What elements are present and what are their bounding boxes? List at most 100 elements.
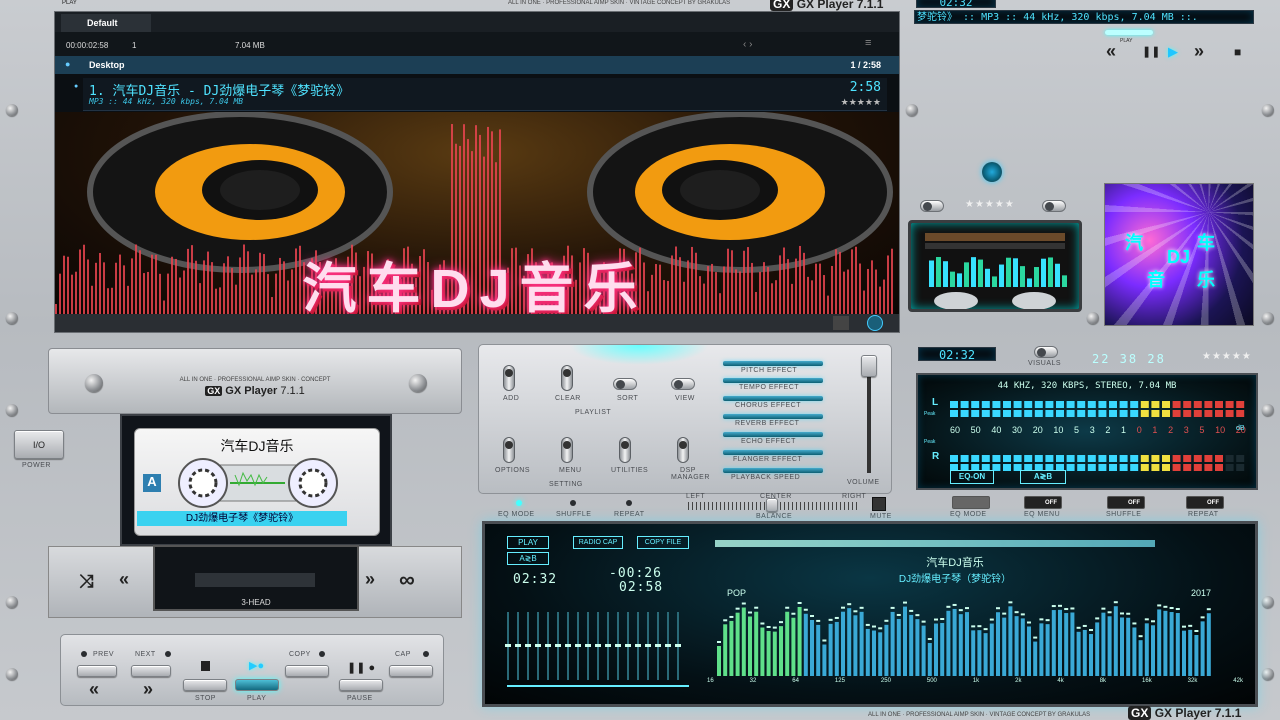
eq-bar bbox=[1064, 613, 1069, 676]
switch-view[interactable] bbox=[671, 378, 695, 390]
key-stop-button[interactable] bbox=[183, 679, 227, 691]
group-collapse-icon[interactable]: ● bbox=[65, 59, 70, 69]
screw-2 bbox=[6, 312, 18, 324]
vu-meter-panel: 44 KHZ, 320 KBPS, STEREO, 7.04 MB L Peak… bbox=[916, 373, 1258, 490]
transport-next-button[interactable]: » bbox=[1194, 41, 1204, 62]
footer-square-button[interactable] bbox=[833, 316, 849, 330]
eq-bar bbox=[1113, 606, 1118, 676]
slider-pitch[interactable] bbox=[723, 361, 823, 366]
switch-eq-menu[interactable]: OFF bbox=[1024, 496, 1062, 509]
switch-utilities[interactable] bbox=[619, 437, 631, 463]
vu-segment bbox=[1130, 410, 1139, 417]
switch-clear[interactable] bbox=[561, 365, 573, 391]
slider-reverb[interactable] bbox=[723, 414, 823, 419]
eq-slider-thumb bbox=[535, 644, 541, 647]
eq-bar bbox=[971, 630, 976, 676]
key-prev-button[interactable] bbox=[77, 665, 117, 677]
key-cap-button[interactable] bbox=[389, 665, 433, 677]
knob-icon[interactable] bbox=[982, 162, 1002, 182]
mini-vu-bar bbox=[936, 257, 941, 287]
eq-peak bbox=[872, 625, 876, 628]
eq-bar bbox=[822, 644, 827, 676]
key-prev-label: PREV bbox=[93, 651, 115, 658]
visuals-toggle[interactable] bbox=[1034, 346, 1058, 358]
copy-led bbox=[319, 651, 325, 657]
transport-prev-button[interactable]: « bbox=[1106, 41, 1116, 62]
transport-pause-button[interactable]: ❚❚ bbox=[1142, 45, 1160, 58]
prev-track-icon[interactable]: « bbox=[89, 679, 99, 700]
rewind-icon[interactable]: « bbox=[119, 569, 129, 590]
vu-left-bars bbox=[950, 401, 1245, 417]
label-meter-shuffle: SHUFFLE bbox=[1106, 511, 1142, 518]
fast-forward-icon[interactable]: » bbox=[365, 569, 375, 590]
key-play-button[interactable] bbox=[235, 679, 279, 691]
cassette-door[interactable]: 3-HEAD bbox=[153, 545, 359, 611]
next-track-icon[interactable]: » bbox=[143, 679, 153, 700]
eq-peak bbox=[741, 602, 746, 605]
eq-slider-thumb bbox=[585, 644, 591, 647]
vu-segment bbox=[1130, 455, 1139, 462]
loop-icon[interactable]: ∞ bbox=[399, 567, 415, 593]
slider-flanger[interactable] bbox=[723, 450, 823, 455]
slider-chorus[interactable] bbox=[723, 396, 823, 401]
key-copy-button[interactable] bbox=[285, 665, 329, 677]
meter-stars[interactable]: ★★★★★ bbox=[1202, 351, 1252, 362]
label-shuffle[interactable]: SHUFFLE bbox=[556, 511, 591, 518]
eq-bar bbox=[741, 607, 746, 676]
switch-options[interactable] bbox=[503, 437, 515, 463]
vu-segment bbox=[1024, 410, 1033, 417]
switch-dsp[interactable] bbox=[677, 437, 689, 463]
vu-scale-tick: 1 bbox=[1152, 425, 1158, 435]
eq-bar bbox=[1126, 617, 1131, 676]
volume-slider[interactable] bbox=[861, 355, 877, 377]
label-clear: CLEAR bbox=[555, 395, 581, 402]
slider-tempo[interactable] bbox=[723, 378, 823, 383]
key-next-button[interactable] bbox=[131, 665, 171, 677]
eq-peak bbox=[766, 626, 771, 629]
footer-round-icon[interactable] bbox=[867, 315, 883, 331]
switch-add[interactable] bbox=[503, 365, 515, 391]
mini-stars[interactable]: ★★★★★ bbox=[965, 199, 1015, 210]
key-pause-button[interactable] bbox=[339, 679, 383, 691]
vu-eq-on[interactable]: EQ-ON bbox=[950, 470, 994, 484]
switch-repeat[interactable]: OFF bbox=[1186, 496, 1224, 509]
nav-arrows-icon[interactable]: ‹ › bbox=[743, 39, 752, 50]
eq-peak bbox=[1064, 608, 1069, 611]
track-rating[interactable]: ★★★★★ bbox=[841, 97, 881, 108]
slider-speed[interactable] bbox=[723, 468, 823, 473]
tab-default[interactable]: Default bbox=[61, 14, 151, 32]
mini-vu-bar bbox=[943, 261, 948, 287]
eq-bar bbox=[865, 628, 870, 676]
transport-stop-button[interactable]: ■ bbox=[1234, 45, 1241, 59]
power-button[interactable]: I/O bbox=[14, 430, 64, 459]
playlist-track-row[interactable]: ● 1. 汽车DJ音乐 - DJ劲爆电子琴《梦驼铃》 2:58 MP3 :: 4… bbox=[74, 78, 887, 111]
switch-eq-mode[interactable] bbox=[952, 496, 990, 509]
mini-toggle-left[interactable] bbox=[920, 200, 944, 212]
mini-vu-bar bbox=[978, 259, 983, 287]
eq-peak bbox=[1045, 619, 1050, 622]
slider-echo[interactable] bbox=[723, 432, 823, 437]
balance-slider[interactable] bbox=[766, 498, 778, 512]
label-repeat[interactable]: REPEAT bbox=[614, 511, 645, 518]
menu-icon[interactable]: ≡ bbox=[865, 37, 871, 49]
eq-bar bbox=[915, 619, 920, 676]
switch-sort[interactable] bbox=[613, 378, 637, 390]
playlist-group[interactable]: ● Desktop 1 / 2:58 bbox=[55, 56, 899, 74]
label-eq-mode[interactable]: EQ MODE bbox=[498, 511, 535, 518]
switch-menu[interactable] bbox=[561, 437, 573, 463]
vu-segment bbox=[1045, 410, 1054, 417]
eq-sliders[interactable] bbox=[505, 612, 681, 680]
vu-axb[interactable]: A≷B bbox=[1020, 470, 1066, 484]
eq-peak bbox=[723, 619, 728, 622]
eq-peak bbox=[1039, 618, 1044, 621]
eq-bar bbox=[1027, 626, 1031, 676]
switch-shuffle[interactable]: OFF bbox=[1107, 496, 1145, 509]
mini-toggle-right[interactable] bbox=[1042, 200, 1066, 212]
vu-segment bbox=[1056, 455, 1064, 462]
transport-play-button[interactable]: ▶ bbox=[1168, 44, 1178, 60]
vu-segment bbox=[1215, 410, 1223, 417]
vu-segment bbox=[1024, 455, 1033, 462]
shuffle-icon[interactable]: ⤨ bbox=[79, 571, 93, 592]
mute-button[interactable] bbox=[872, 497, 886, 511]
screw-11 bbox=[906, 104, 918, 116]
